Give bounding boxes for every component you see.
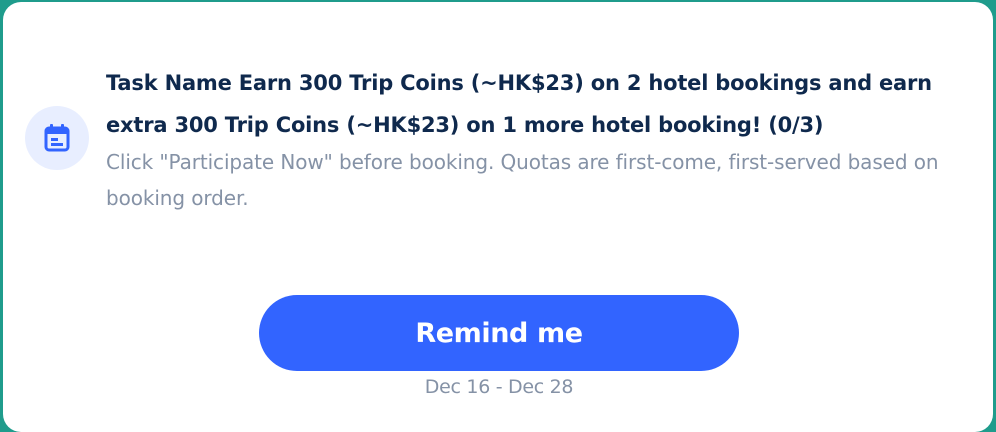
task-text: Task Name Earn 300 Trip Coins (~HK$23) o… [106,62,966,216]
task-title: Task Name Earn 300 Trip Coins (~HK$23) o… [106,71,932,137]
calendar-icon [44,124,70,152]
date-range: Dec 16 - Dec 28 [424,376,574,398]
task-icon-badge [25,106,89,170]
task-description: Click "Participate Now" before booking. … [106,150,939,210]
remind-me-button[interactable]: Remind me [259,295,739,371]
task-card: Task Name Earn 300 Trip Coins (~HK$23) o… [3,2,993,432]
